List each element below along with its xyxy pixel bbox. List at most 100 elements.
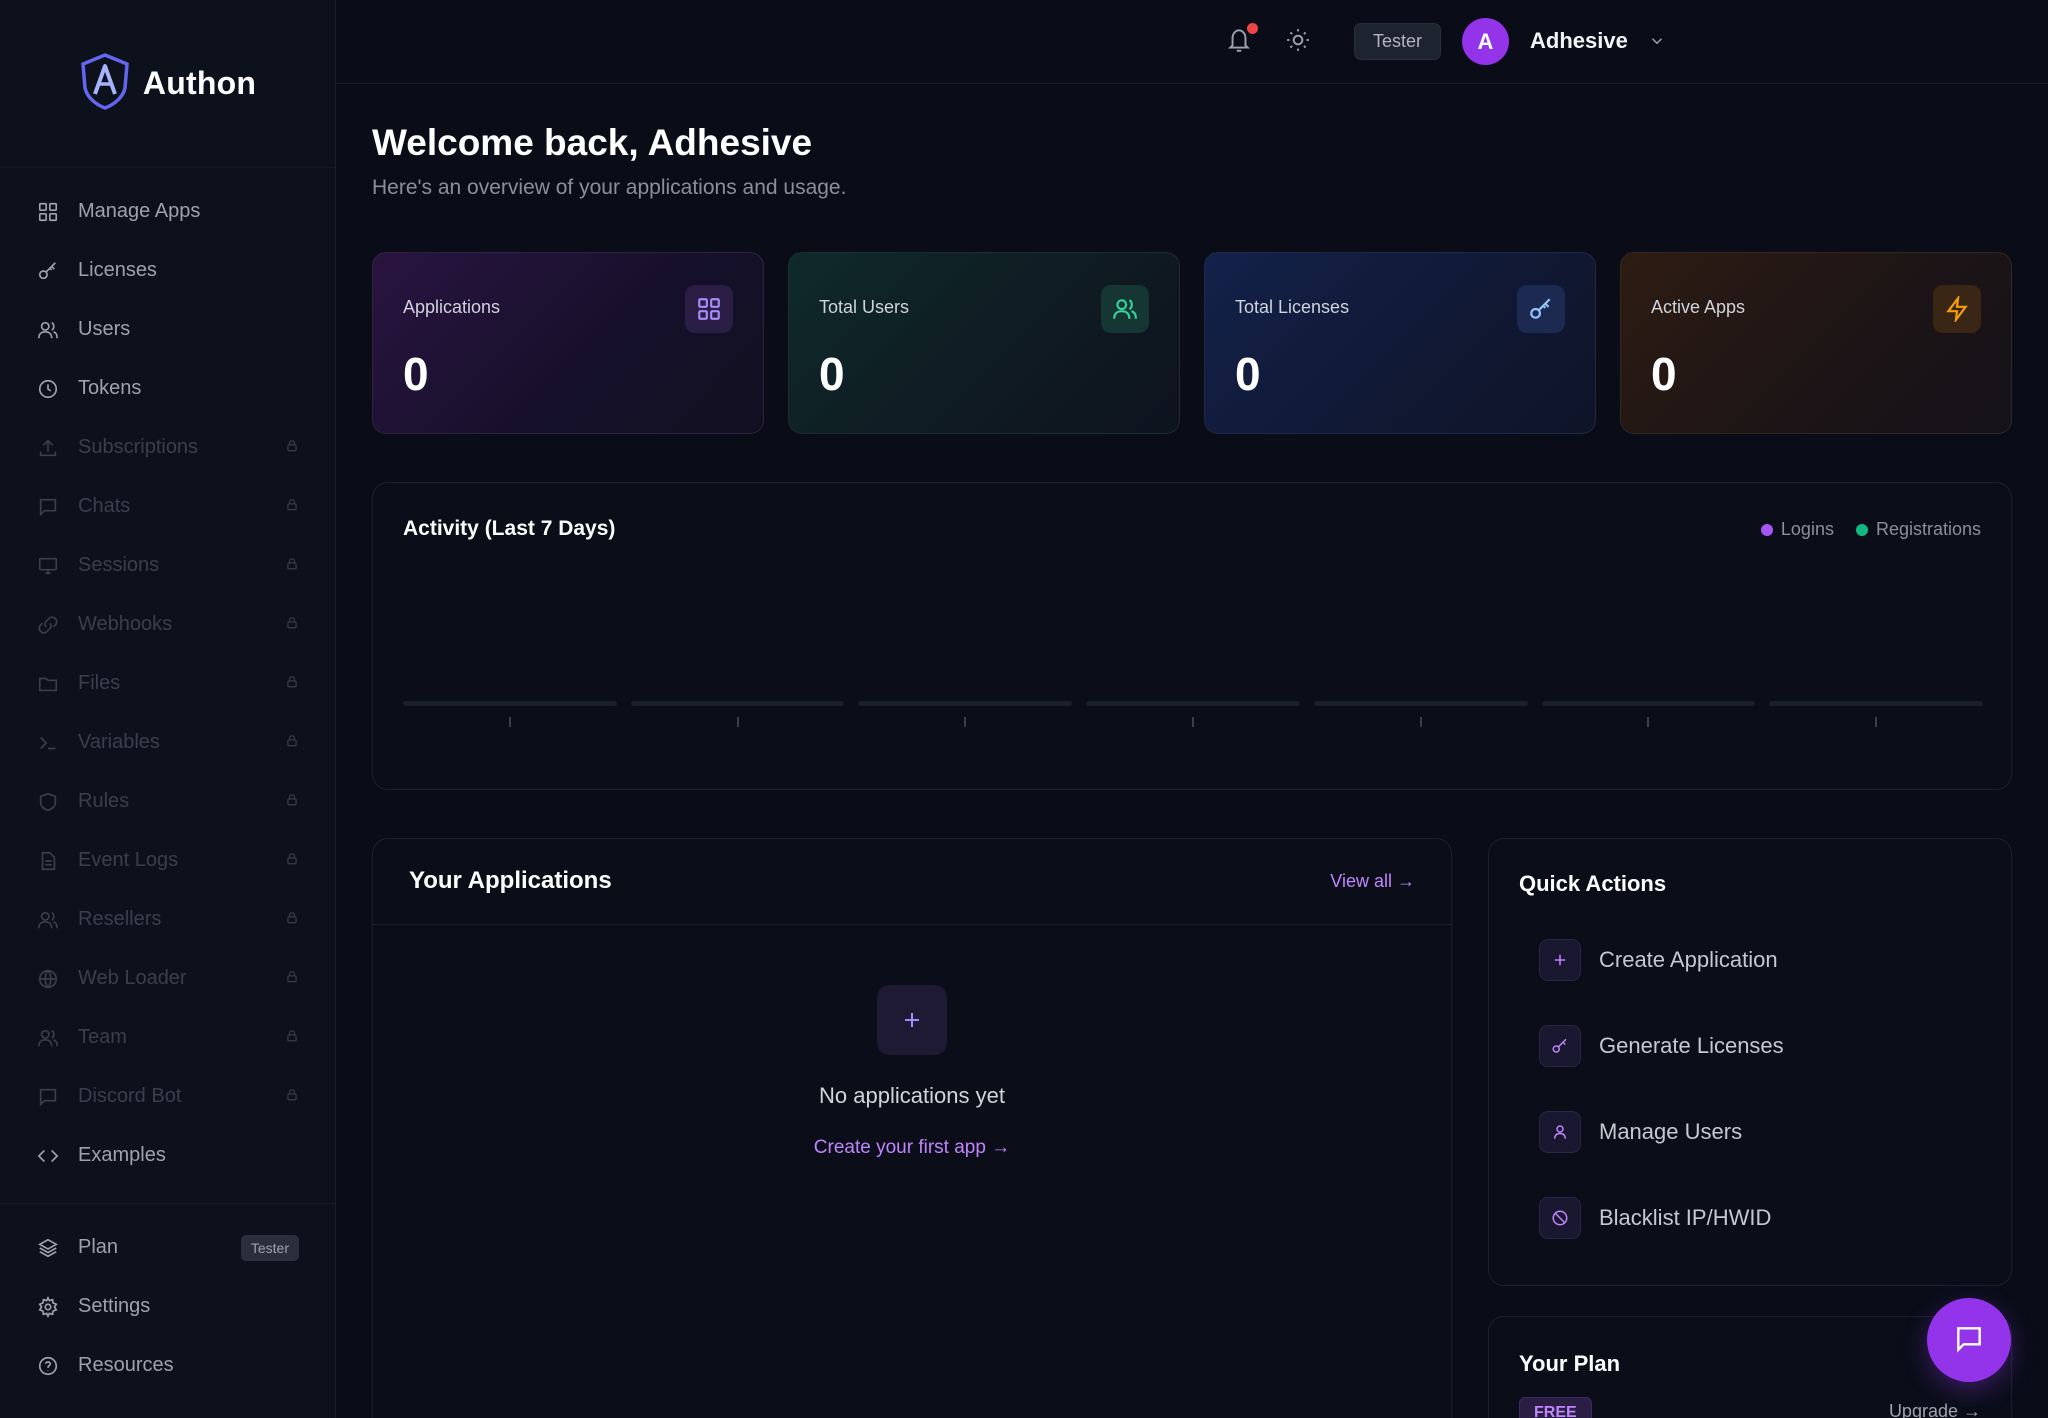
sidebar-item-web-loader[interactable]: Web Loader [0, 949, 335, 1008]
sidebar-item-examples[interactable]: Examples [0, 1126, 335, 1185]
sidebar-item-team[interactable]: Team [0, 1008, 335, 1067]
activity-panel: Activity (Last 7 Days) Logins Registrati… [372, 482, 2012, 790]
sidebar-item-label: Resources [78, 1354, 174, 1376]
key-icon [1539, 1025, 1581, 1067]
sidebar-item-webhooks[interactable]: Webhooks [0, 595, 335, 654]
x-axis-tick [1419, 717, 1422, 727]
sidebar: Authon Manage Apps Licenses Users Tokens… [0, 0, 336, 1418]
chat-support-button[interactable] [1927, 1298, 2011, 1382]
stat-label: Active Apps [1651, 297, 1746, 317]
sidebar-item-chats[interactable]: Chats [0, 477, 335, 536]
terminal-icon [36, 731, 60, 755]
lock-icon [285, 969, 299, 988]
sidebar-item-sessions[interactable]: Sessions [0, 536, 335, 595]
activity-bar [858, 701, 1073, 706]
x-axis-tick [1647, 717, 1650, 727]
legend-item-logins: Logins [1760, 519, 1834, 540]
activity-day-column [630, 701, 845, 727]
lock-icon [285, 851, 299, 870]
sun-icon[interactable] [1285, 27, 1311, 58]
sidebar-item-label: Web Loader [78, 967, 187, 989]
activity-day-column [1313, 701, 1528, 727]
stat-card-total-licenses: Total Licenses 0 [1204, 252, 1596, 434]
users-icon [36, 318, 60, 342]
sidebar-item-event-logs[interactable]: Event Logs [0, 831, 335, 890]
users-icon [1101, 285, 1149, 333]
sidebar-item-subscriptions[interactable]: Subscriptions [0, 418, 335, 477]
sidebar-item-label: Users [78, 318, 131, 340]
plan-title: Your Plan [1519, 1351, 1621, 1376]
chat-icon [1953, 1323, 1985, 1358]
stat-value: 0 [403, 348, 429, 400]
quick-action-label: Generate Licenses [1599, 1033, 1784, 1058]
activity-chart [403, 701, 1983, 741]
upload-icon [36, 436, 60, 460]
activity-bar [630, 701, 845, 706]
sidebar-item-files[interactable]: Files [0, 654, 335, 713]
sidebar-item-resellers[interactable]: Resellers [0, 890, 335, 949]
plus-icon [877, 985, 947, 1055]
chat-icon [36, 1085, 60, 1109]
sidebar-item-resources[interactable]: Resources [0, 1336, 335, 1395]
sidebar-item-label: Resellers [78, 908, 162, 930]
activity-day-column [1541, 701, 1756, 727]
sidebar-item-label: Chats [78, 495, 131, 517]
sidebar-item-users[interactable]: Users [0, 300, 335, 359]
folder-icon [36, 672, 60, 696]
clock-icon [36, 377, 60, 401]
key-icon [1517, 285, 1565, 333]
quick-action-blacklist[interactable]: Blacklist IP/HWID [1539, 1197, 1771, 1239]
lock-icon [285, 1087, 299, 1106]
lock-icon [285, 497, 299, 516]
upgrade-link[interactable]: Upgrade → [1889, 1401, 1981, 1418]
empty-state-title: No applications yet [819, 1083, 1005, 1108]
quick-action-label: Create Application [1599, 947, 1778, 972]
lock-icon [285, 556, 299, 575]
chart-legend: Logins Registrations [1760, 519, 1981, 540]
sidebar-item-settings[interactable]: Settings [0, 1277, 335, 1336]
applications-panel: Your Applications View all → No applicat… [372, 838, 1452, 1418]
stat-value: 0 [1235, 348, 1261, 400]
quick-action-label: Blacklist IP/HWID [1599, 1205, 1772, 1230]
avatar[interactable]: A [1462, 18, 1509, 65]
authon-logo-icon [79, 52, 131, 115]
stat-card-applications: Applications 0 [372, 252, 764, 434]
key-icon [36, 259, 60, 283]
sidebar-item-tokens[interactable]: Tokens [0, 359, 335, 418]
stat-label: Applications [403, 297, 501, 317]
chevron-down-icon[interactable] [1648, 32, 1666, 55]
activity-title: Activity (Last 7 Days) [403, 517, 616, 540]
notification-dot [1247, 23, 1258, 34]
view-all-link[interactable]: View all → [1330, 871, 1415, 892]
page-title: Welcome back, Adhesive [372, 122, 813, 163]
quick-action-generate-licenses[interactable]: Generate Licenses [1539, 1025, 1784, 1067]
brand[interactable]: Authon [0, 0, 335, 168]
plan-tier-badge: FREE [1519, 1397, 1592, 1418]
activity-day-column [1086, 701, 1300, 727]
user-name[interactable]: Adhesive [1530, 28, 1628, 54]
sidebar-item-discord-bot[interactable]: Discord Bot [0, 1067, 335, 1126]
activity-day-column [403, 701, 617, 727]
create-first-app-link[interactable]: Create your first app → [373, 1137, 1451, 1159]
sidebar-item-variables[interactable]: Variables [0, 713, 335, 772]
quick-action-label: Manage Users [1599, 1119, 1743, 1144]
legend-label: Registrations [1875, 519, 1981, 539]
layers-icon [36, 1236, 60, 1260]
quick-action-create-application[interactable]: Create Application [1539, 939, 1778, 981]
document-icon [36, 849, 60, 873]
sidebar-item-label: Manage Apps [78, 200, 201, 222]
sidebar-item-rules[interactable]: Rules [0, 772, 335, 831]
plan-badge: Tester [240, 1234, 299, 1261]
page-subtitle: Here's an overview of your applications … [372, 176, 847, 199]
lock-icon [285, 733, 299, 752]
activity-bar [403, 701, 617, 706]
sidebar-item-licenses[interactable]: Licenses [0, 241, 335, 300]
applications-title: Your Applications [409, 867, 612, 894]
x-axis-tick [508, 717, 511, 727]
sidebar-item-plan[interactable]: Plan Tester [0, 1218, 335, 1277]
sidebar-item-label: Plan [78, 1236, 119, 1258]
sidebar-item-manage-apps[interactable]: Manage Apps [0, 182, 335, 241]
sidebar-item-label: Variables [78, 731, 160, 753]
quick-action-manage-users[interactable]: Manage Users [1539, 1111, 1742, 1153]
grid-icon [36, 200, 60, 224]
